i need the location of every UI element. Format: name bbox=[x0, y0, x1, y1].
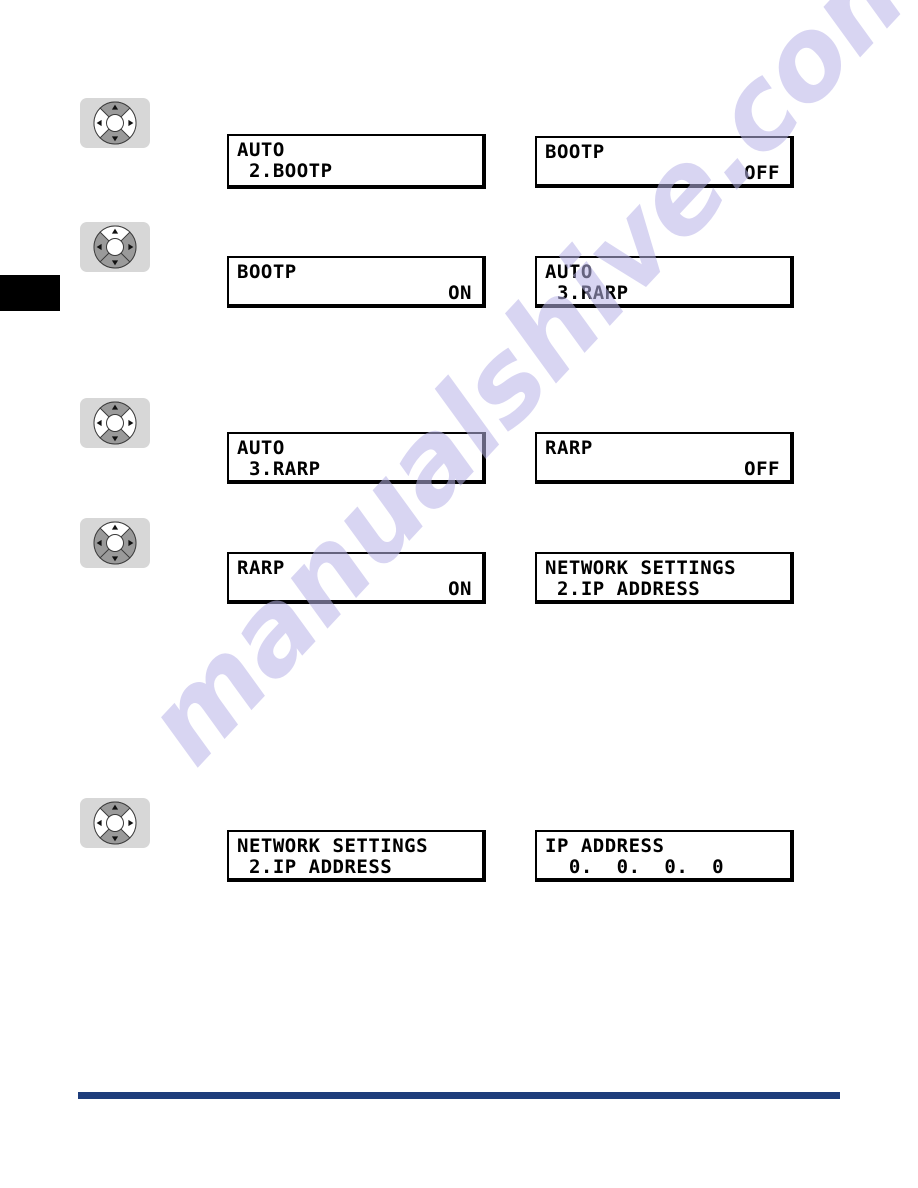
navigation-pad-graphic bbox=[93, 225, 137, 269]
lcd-line-2: 2.IP ADDRESS bbox=[545, 578, 701, 600]
navigation-pad-graphic bbox=[93, 801, 137, 845]
lcd-line-2: 0. 0. 0. 0 bbox=[545, 856, 725, 878]
lcd-line-1: NETWORK SETTINGS bbox=[545, 557, 737, 579]
navigation-pad[interactable] bbox=[80, 98, 150, 148]
page-edge-tab bbox=[0, 275, 60, 311]
lcd-line-2: ON bbox=[448, 578, 472, 600]
lcd-network-settings-ip-address: NETWORK SETTINGS 2.IP ADDRESS bbox=[535, 552, 794, 604]
navigation-pad[interactable] bbox=[80, 798, 150, 848]
lcd-bootp-on: BOOTP ON bbox=[227, 256, 486, 308]
lcd-line-2: OFF bbox=[744, 162, 780, 184]
footer-divider-rule bbox=[78, 1092, 840, 1099]
lcd-line-1: RARP bbox=[545, 437, 593, 459]
lcd-line-1: BOOTP bbox=[545, 141, 605, 163]
lcd-auto-rarp-2: AUTO 3.RARP bbox=[227, 432, 486, 484]
lcd-bootp-off: BOOTP OFF bbox=[535, 136, 794, 188]
lcd-rarp-off: RARP OFF bbox=[535, 432, 794, 484]
lcd-line-1: IP ADDRESS bbox=[545, 835, 665, 857]
lcd-line-2: 2.IP ADDRESS bbox=[237, 856, 393, 878]
lcd-line-1: RARP bbox=[237, 557, 285, 579]
lcd-rarp-on: RARP ON bbox=[227, 552, 486, 604]
lcd-line-1: BOOTP bbox=[237, 261, 297, 283]
watermark-text: manualshive.com bbox=[120, 0, 918, 789]
navigation-pad-graphic bbox=[93, 401, 137, 445]
lcd-ip-address-value: IP ADDRESS 0. 0. 0. 0 bbox=[535, 830, 794, 882]
lcd-line-1: NETWORK SETTINGS bbox=[237, 835, 429, 857]
lcd-line-1: AUTO bbox=[545, 261, 593, 283]
lcd-line-2: 3.RARP bbox=[545, 282, 629, 304]
lcd-line-1: AUTO bbox=[237, 139, 285, 161]
lcd-auto-rarp: AUTO 3.RARP bbox=[535, 256, 794, 308]
lcd-network-settings-ip-address-2: NETWORK SETTINGS 2.IP ADDRESS bbox=[227, 830, 486, 882]
lcd-line-2: ON bbox=[448, 282, 472, 304]
navigation-pad[interactable] bbox=[80, 398, 150, 448]
navigation-pad[interactable] bbox=[80, 518, 150, 568]
lcd-line-2: 2.BOOTP bbox=[237, 160, 333, 182]
navigation-pad-graphic bbox=[93, 101, 137, 145]
lcd-line-2: OFF bbox=[744, 458, 780, 480]
lcd-auto-bootp: AUTO 2.BOOTP bbox=[227, 134, 486, 189]
navigation-pad[interactable] bbox=[80, 222, 150, 272]
navigation-pad-graphic bbox=[93, 521, 137, 565]
lcd-line-1: AUTO bbox=[237, 437, 285, 459]
lcd-line-2: 3.RARP bbox=[237, 458, 321, 480]
